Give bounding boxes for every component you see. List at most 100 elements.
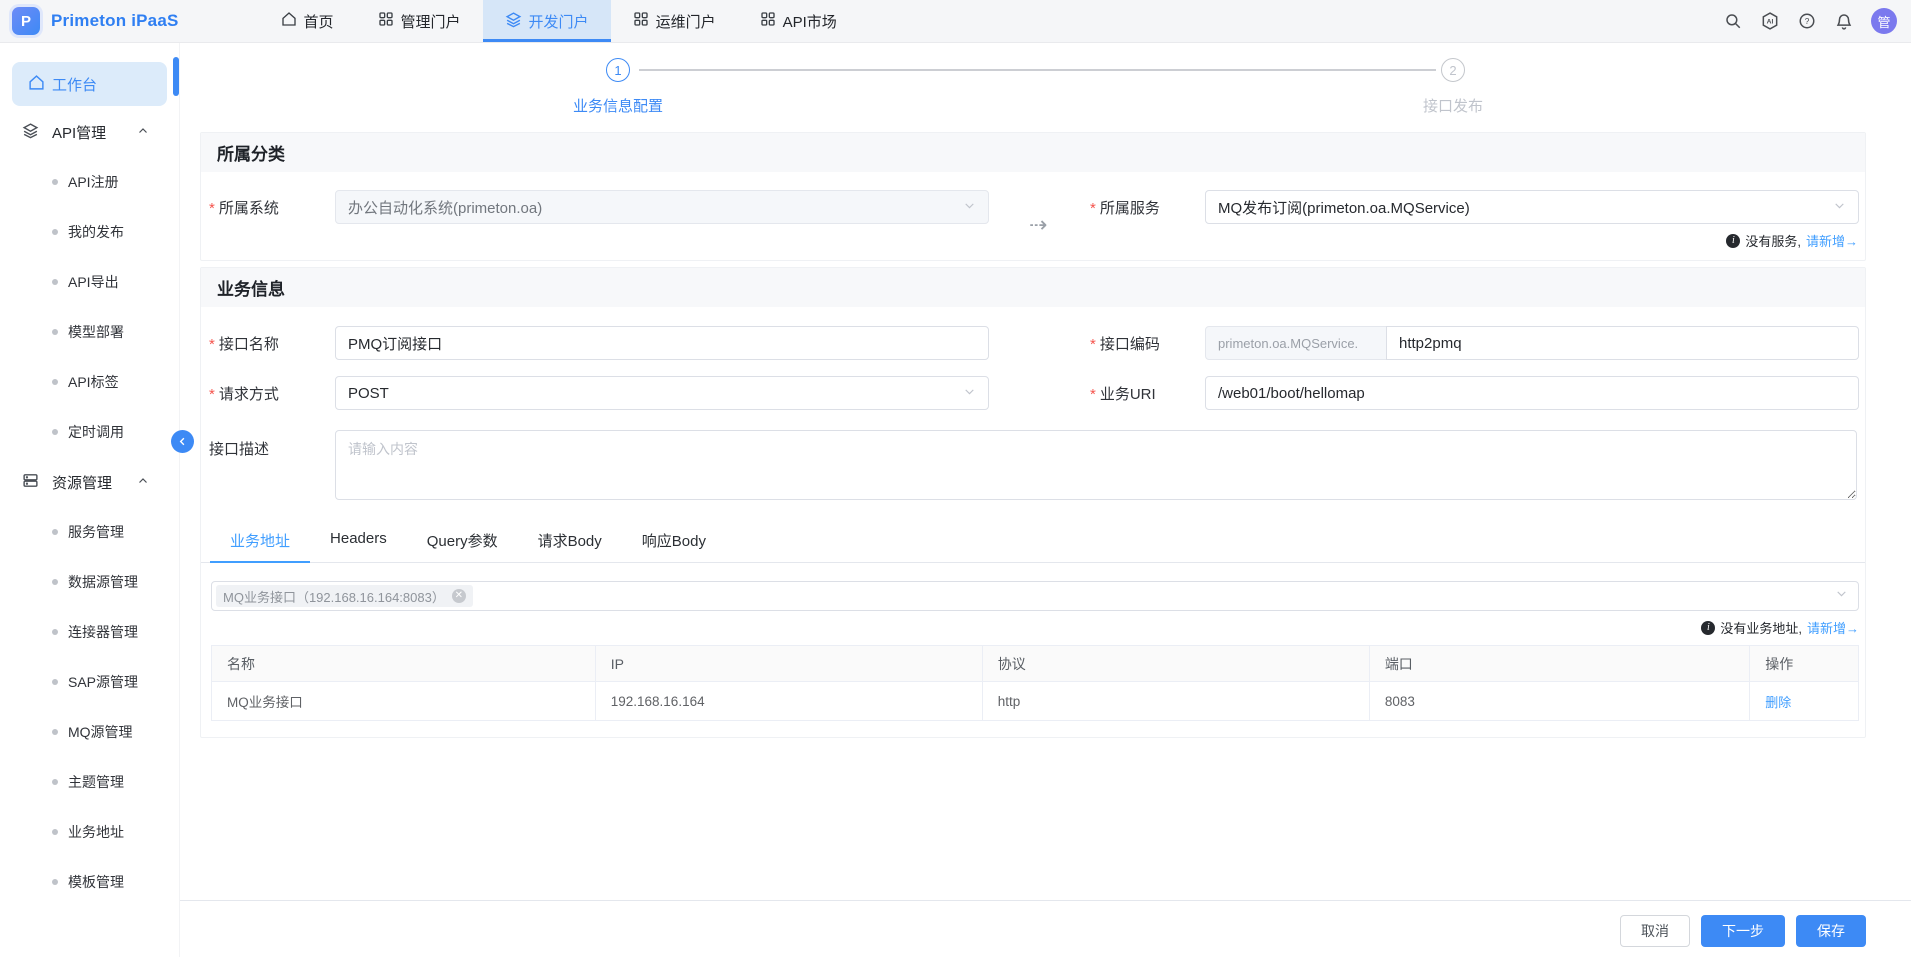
sidebar-item-topic-management[interactable]: 主题管理 (0, 757, 179, 807)
bullet-icon (52, 629, 58, 635)
sidebar-item-scheduled-call[interactable]: 定时调用 (0, 407, 179, 457)
sidebar-item-datasource-management[interactable]: 数据源管理 (0, 557, 179, 607)
sidebar-item-connector-management[interactable]: 连接器管理 (0, 607, 179, 657)
api-name-label: *接口名称 (209, 333, 335, 354)
service-select[interactable]: MQ发布订阅(primeton.oa.MQService) (1205, 190, 1859, 224)
scrollbar-thumb[interactable] (173, 57, 179, 96)
sidebar-menu: API管理 API注册 我的发布 API导出 模型部署 API标签 定时调用 资… (0, 107, 179, 907)
bullet-icon (52, 379, 58, 385)
sidebar-item-sap-source-management[interactable]: SAP源管理 (0, 657, 179, 707)
sidebar-group-resource-management[interactable]: 资源管理 (0, 457, 179, 507)
add-service-link[interactable]: 请新增→ (1806, 231, 1858, 250)
section-title-category: 所属分类 (201, 133, 1865, 172)
tab-headers[interactable]: Headers (310, 530, 407, 562)
next-step-button[interactable]: 下一步 (1701, 915, 1785, 947)
cell-name: MQ业务接口 (212, 682, 596, 721)
description-label: 接口描述 (209, 430, 335, 500)
sidebar-item-my-publish[interactable]: 我的发布 (0, 207, 179, 257)
step-label: 业务信息配置 (538, 95, 698, 116)
stepper-step-2: 2 接口发布 (1373, 58, 1533, 116)
address-tag: MQ业务接口（192.168.16.164:8083） ✕ (216, 585, 473, 607)
col-protocol: 协议 (982, 646, 1369, 682)
method-label: *请求方式 (209, 383, 335, 404)
user-avatar[interactable]: 管 (1871, 8, 1897, 34)
home-icon (28, 74, 45, 95)
col-port: 端口 (1369, 646, 1749, 682)
tag-close-icon[interactable]: ✕ (452, 589, 466, 603)
sidebar: 工作台 API管理 API注册 我的发布 API导出 模型部署 API标签 定时… (0, 43, 180, 957)
api-code-input[interactable] (1386, 326, 1859, 360)
tab-business-address[interactable]: 业务地址 (210, 530, 310, 562)
chevron-up-icon (137, 124, 149, 141)
cell-protocol: http (982, 682, 1369, 721)
col-name: 名称 (212, 646, 596, 682)
delete-row-link[interactable]: 删除 (1765, 695, 1791, 710)
app-title: Primeton iPaaS (51, 11, 179, 31)
bullet-icon (52, 829, 58, 835)
description-textarea[interactable] (335, 430, 1857, 500)
logo-icon: P (12, 7, 40, 35)
info-icon: i (1701, 621, 1715, 635)
nav-item-admin-portal[interactable]: 管理门户 (356, 0, 483, 42)
tab-query-params[interactable]: Query参数 (407, 530, 518, 562)
sidebar-item-api-export[interactable]: API导出 (0, 257, 179, 307)
ai-assistant-icon[interactable]: AI (1760, 11, 1780, 31)
nav-item-api-market[interactable]: API市场 (738, 0, 859, 42)
grid-icon (633, 11, 649, 31)
section-title-business: 业务信息 (201, 268, 1865, 307)
method-select[interactable]: POST (335, 376, 989, 410)
home-icon (281, 11, 297, 31)
add-address-link[interactable]: 请新增→ (1807, 618, 1859, 637)
chevron-down-icon (1833, 199, 1846, 216)
sidebar-item-model-deploy[interactable]: 模型部署 (0, 307, 179, 357)
address-multiselect[interactable]: MQ业务接口（192.168.16.164:8083） ✕ (211, 581, 1859, 611)
cell-port: 8083 (1369, 682, 1749, 721)
cancel-button[interactable]: 取消 (1620, 915, 1690, 947)
search-icon[interactable] (1723, 11, 1743, 31)
bullet-icon (52, 529, 58, 535)
sidebar-group-api-management[interactable]: API管理 (0, 107, 179, 157)
dashed-arrow-icon: ⇢ (1029, 212, 1047, 238)
business-info-section: 业务信息 *接口名称 *接口编码 primeton.oa.MQService. (200, 267, 1866, 738)
sidebar-item-business-address[interactable]: 业务地址 (0, 807, 179, 857)
database-icon (22, 472, 39, 493)
sidebar-item-workbench[interactable]: 工作台 (12, 62, 167, 106)
save-button[interactable]: 保存 (1796, 915, 1866, 947)
nav-item-home[interactable]: 首页 (259, 0, 356, 42)
sidebar-collapse-button[interactable] (171, 430, 194, 453)
info-icon: i (1726, 234, 1740, 248)
step-label: 接口发布 (1373, 95, 1533, 116)
api-code-prefix: primeton.oa.MQService. (1205, 326, 1387, 360)
stepper-line (639, 69, 1436, 71)
category-section: 所属分类 *所属系统 办公自动化系统(primeton.oa) ⇢ (200, 132, 1866, 261)
address-table: 名称 IP 协议 端口 操作 MQ业务接口 192.168.16.164 (211, 645, 1859, 721)
help-icon[interactable]: ? (1797, 11, 1817, 31)
notification-bell-icon[interactable] (1834, 11, 1854, 31)
detail-tabs: 业务地址 Headers Query参数 请求Body 响应Body (201, 530, 1865, 563)
app-logo: P Primeton iPaaS (12, 7, 179, 35)
layers-icon (505, 11, 522, 32)
sidebar-item-api-register[interactable]: API注册 (0, 157, 179, 207)
sidebar-item-service-management[interactable]: 服务管理 (0, 507, 179, 557)
main-content: 1 业务信息配置 2 接口发布 所属分类 *所属系统 办公自动化系统(prime… (180, 43, 1911, 957)
sidebar-item-template-management[interactable]: 模板管理 (0, 857, 179, 907)
api-name-input[interactable] (335, 326, 989, 360)
col-ip: IP (595, 646, 982, 682)
bullet-icon (52, 679, 58, 685)
grid-icon (760, 11, 776, 31)
nav-item-ops-portal[interactable]: 运维门户 (611, 0, 738, 42)
tab-response-body[interactable]: 响应Body (622, 530, 726, 562)
sidebar-item-mq-source-management[interactable]: MQ源管理 (0, 707, 179, 757)
api-code-label: *接口编码 (1090, 333, 1205, 354)
nav-item-dev-portal[interactable]: 开发门户 (483, 0, 611, 42)
bullet-icon (52, 429, 58, 435)
tab-request-body[interactable]: 请求Body (518, 530, 622, 562)
stepper-step-1: 1 业务信息配置 (538, 58, 698, 116)
service-label: *所属服务 (1090, 197, 1205, 218)
business-uri-input[interactable] (1205, 376, 1859, 410)
bullet-icon (52, 279, 58, 285)
layers-icon (22, 122, 39, 143)
bullet-icon (52, 229, 58, 235)
sidebar-item-api-tags[interactable]: API标签 (0, 357, 179, 407)
system-select[interactable]: 办公自动化系统(primeton.oa) (335, 190, 989, 224)
